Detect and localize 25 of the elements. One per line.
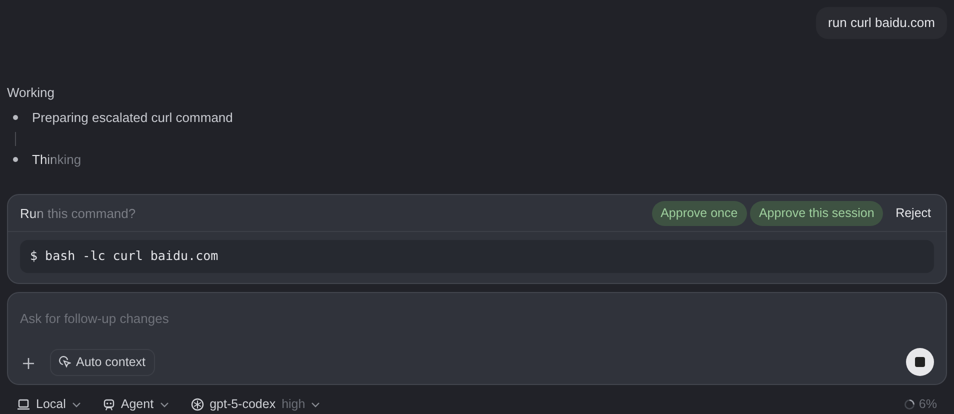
usage-percent: 6% — [918, 396, 937, 414]
user-message: run curl baidu.com — [816, 7, 947, 38]
footer-dropdown[interactable]: Local — [17, 395, 81, 414]
bullet-icon — [13, 115, 18, 120]
knot-icon — [190, 398, 204, 412]
status-title: Working — [7, 84, 56, 102]
plus-icon — [22, 356, 35, 370]
bullet-icon — [13, 156, 18, 162]
laptop-icon — [17, 399, 30, 410]
approve-button[interactable]: Approve once — [652, 201, 747, 226]
robot-icon — [102, 398, 115, 411]
stop-icon — [915, 357, 925, 368]
chevron-icon — [311, 402, 320, 408]
approve-button[interactable]: Approve this session — [750, 201, 884, 226]
command-text: $ bash -lc curl baidu.com — [20, 240, 934, 272]
footer-dropdown[interactable]: Agent — [102, 395, 169, 414]
spinner-icon — [904, 399, 915, 410]
reject-button[interactable]: Reject — [886, 201, 940, 226]
footer-dropdown[interactable]: gpt-5-codex high — [190, 395, 320, 414]
cursor-click-icon — [59, 356, 71, 368]
step-text: Preparing escalated curl command — [32, 109, 233, 127]
chevron-icon — [160, 402, 169, 408]
chevron-icon — [72, 402, 81, 408]
auto-context-button[interactable]: Auto context — [50, 348, 154, 376]
stop-button[interactable] — [906, 348, 934, 376]
